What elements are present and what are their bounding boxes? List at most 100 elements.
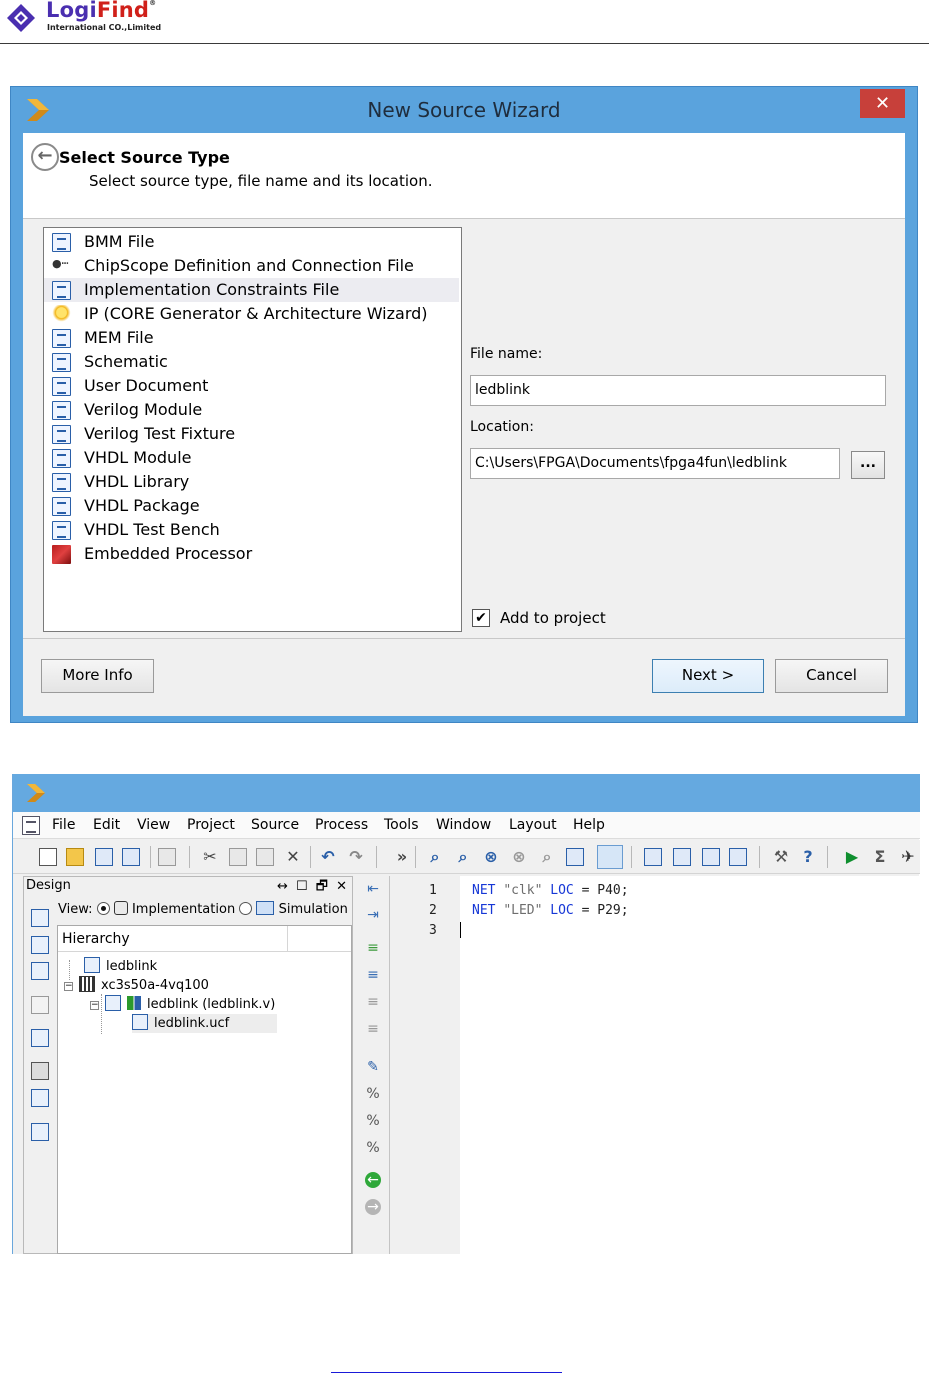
location-input[interactable]: C:\Users\FPGA\Documents\fpga4fun\ledblin… bbox=[470, 448, 840, 479]
new-file-icon[interactable] bbox=[39, 848, 57, 866]
telescope-icon[interactable]: ✈ bbox=[899, 848, 917, 866]
simulation-radio[interactable] bbox=[239, 902, 253, 915]
zoom-full-icon[interactable]: ⌕ bbox=[538, 848, 556, 866]
zoom-select-icon[interactable]: ⊗ bbox=[510, 848, 528, 866]
add-source-icon[interactable] bbox=[31, 936, 49, 954]
menu-window[interactable]: Window bbox=[436, 817, 491, 833]
source-type-item[interactable]: VHDL Library bbox=[44, 470, 461, 494]
uncomment-lines-icon[interactable]: ≡ bbox=[365, 967, 381, 983]
menu-layout[interactable]: Layout bbox=[509, 817, 557, 833]
menu-edit[interactable]: Edit bbox=[93, 817, 120, 833]
source-type-item[interactable]: Schematic bbox=[44, 350, 461, 374]
collapse-icon[interactable]: − bbox=[90, 1001, 99, 1010]
menu-project[interactable]: Project bbox=[187, 817, 235, 833]
new-source-icon[interactable] bbox=[31, 909, 49, 927]
source-type-item[interactable]: ChipScope Definition and Connection File bbox=[44, 254, 461, 278]
delete-icon[interactable]: ✕ bbox=[284, 848, 302, 866]
source-type-item-selected[interactable]: Implementation Constraints File bbox=[44, 278, 459, 302]
implementation-label[interactable]: Implementation bbox=[132, 902, 235, 917]
menu-tools[interactable]: Tools bbox=[384, 817, 419, 833]
code-editor[interactable]: 1 2 3 NET "clk" LOC = P40; NET "LED" LOC… bbox=[391, 876, 920, 1254]
toggle-bookmark-icon[interactable]: ✎ bbox=[365, 1059, 381, 1075]
run-icon[interactable]: ▶ bbox=[843, 848, 861, 866]
context-help-icon[interactable]: ? bbox=[799, 848, 817, 866]
panel-window-controls[interactable]: ↔ ☐ 🗗 ✕ bbox=[277, 877, 349, 899]
source-type-item[interactable]: Verilog Test Fixture bbox=[44, 422, 461, 446]
copy-icon[interactable] bbox=[229, 848, 247, 866]
design-summary-icon[interactable] bbox=[31, 1089, 49, 1107]
uncomment-block-icon[interactable]: ≡ bbox=[365, 1021, 381, 1037]
cancel-button[interactable]: Cancel bbox=[775, 659, 888, 693]
menu-view[interactable]: View bbox=[137, 817, 170, 833]
save-all-icon[interactable] bbox=[122, 848, 140, 866]
source-type-item[interactable]: User Document bbox=[44, 374, 461, 398]
chip-view-icon[interactable] bbox=[31, 1062, 49, 1080]
print-icon[interactable] bbox=[158, 848, 176, 866]
add-copy-source-icon[interactable] bbox=[31, 962, 49, 980]
tile-vertical-icon[interactable] bbox=[702, 848, 720, 866]
go-forward-icon[interactable]: → bbox=[365, 1199, 381, 1215]
source-type-item[interactable]: VHDL Module bbox=[44, 446, 461, 470]
comment-lines-icon[interactable]: ≡ bbox=[365, 940, 381, 956]
toolbar-overflow-icon[interactable]: » bbox=[393, 848, 411, 866]
tree-node-device[interactable]: − xc3s50a-4vq100 bbox=[64, 976, 209, 995]
cascade-windows-icon[interactable] bbox=[644, 848, 662, 866]
redo-icon[interactable]: ↷ bbox=[347, 848, 365, 866]
code-line[interactable]: NET "clk" LOC = P40; bbox=[472, 883, 629, 898]
wizard-titlebar[interactable]: New Source Wizard ✕ bbox=[11, 87, 917, 133]
open-folder-icon[interactable] bbox=[66, 848, 84, 866]
source-type-item[interactable]: Embedded Processor bbox=[44, 542, 461, 566]
file-name-input[interactable]: ledblink bbox=[470, 375, 886, 406]
previous-bookmark-icon[interactable]: % bbox=[365, 1113, 381, 1129]
menu-help[interactable]: Help bbox=[573, 817, 605, 833]
zoom-out-icon[interactable]: ⌕ bbox=[454, 848, 472, 866]
ise-titlebar[interactable] bbox=[13, 774, 920, 812]
indent-left-icon[interactable]: ⇤ bbox=[365, 881, 381, 897]
menu-source[interactable]: Source bbox=[251, 817, 299, 833]
source-type-item[interactable]: VHDL Test Bench bbox=[44, 518, 461, 542]
settings-wrench-icon[interactable]: ⚒ bbox=[772, 848, 790, 866]
next-button[interactable]: Next > bbox=[652, 659, 764, 693]
source-type-item[interactable]: IP (CORE Generator & Architecture Wizard… bbox=[44, 302, 461, 326]
implementation-radio[interactable] bbox=[96, 902, 110, 915]
browse-button[interactable]: ... bbox=[851, 451, 885, 479]
zoom-fit-icon[interactable]: ⊗ bbox=[482, 848, 500, 866]
code-line[interactable]: NET "LED" LOC = P29; bbox=[472, 903, 629, 918]
open-source-icon[interactable] bbox=[31, 1029, 49, 1047]
source-type-item[interactable]: MEM File bbox=[44, 326, 461, 350]
more-info-button[interactable]: More Info bbox=[41, 659, 154, 693]
source-type-item[interactable]: BMM File bbox=[44, 230, 461, 254]
design-goals-icon[interactable] bbox=[597, 845, 623, 869]
comment-block-icon[interactable]: ≡ bbox=[365, 994, 381, 1010]
paste-icon[interactable] bbox=[256, 848, 274, 866]
cut-icon[interactable]: ✂ bbox=[201, 848, 219, 866]
menu-file[interactable]: File bbox=[52, 817, 75, 833]
float-window-icon[interactable] bbox=[729, 848, 747, 866]
menu-process[interactable]: Process bbox=[315, 817, 368, 833]
next-bookmark-icon[interactable]: % bbox=[365, 1086, 381, 1102]
indent-right-icon[interactable]: ⇥ bbox=[365, 907, 381, 923]
collapse-icon[interactable]: − bbox=[64, 982, 73, 991]
refresh-icon[interactable] bbox=[566, 848, 584, 866]
clear-bookmarks-icon[interactable]: % bbox=[365, 1140, 381, 1156]
tree-node-ucf-selected[interactable]: ledblink.ucf bbox=[132, 1014, 278, 1033]
source-type-item[interactable]: Verilog Module bbox=[44, 398, 461, 422]
simulation-label[interactable]: Simulation bbox=[279, 902, 348, 917]
undo-icon[interactable]: ↶ bbox=[319, 848, 337, 866]
source-type-item[interactable]: VHDL Package bbox=[44, 494, 461, 518]
tree-node-project[interactable]: ledblink bbox=[84, 957, 157, 976]
hierarchy-icon[interactable] bbox=[31, 996, 49, 1014]
tree-node-verilog-module[interactable]: − ledblink (ledblink.v) bbox=[90, 995, 275, 1014]
tile-horizontal-icon[interactable] bbox=[673, 848, 691, 866]
add-to-project-checkbox[interactable]: ✔ bbox=[472, 609, 490, 627]
source-type-list[interactable]: BMM File ChipScope Definition and Connec… bbox=[43, 227, 462, 632]
wizard-header: ← Select Source Type Select source type,… bbox=[23, 133, 905, 219]
sum-icon[interactable]: Σ bbox=[871, 848, 889, 866]
properties-table-icon[interactable] bbox=[31, 1123, 49, 1141]
go-back-icon[interactable]: ← bbox=[365, 1172, 381, 1188]
back-arrow-icon[interactable]: ← bbox=[31, 143, 59, 171]
close-icon[interactable]: ✕ bbox=[860, 89, 905, 118]
save-icon[interactable] bbox=[95, 848, 113, 866]
add-to-project-label[interactable]: Add to project bbox=[500, 609, 606, 627]
zoom-in-icon[interactable]: ⌕ bbox=[426, 848, 444, 866]
